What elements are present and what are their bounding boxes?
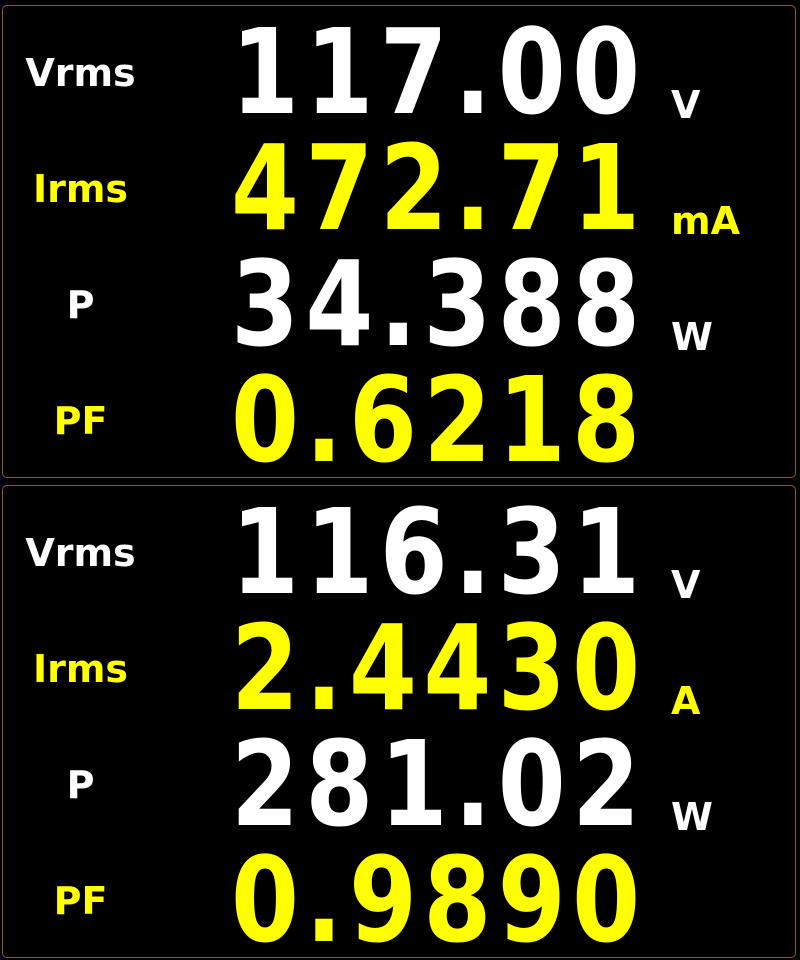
pf-row: PF 0.6218 [3, 359, 797, 479]
power-unit: W [671, 315, 713, 359]
irms-unit: mA [671, 199, 741, 243]
vrms-value: 117.00 [231, 3, 647, 141]
irms-value: 2.4430 [231, 599, 647, 737]
power-row: P 281.02 W [3, 723, 797, 843]
power-label: P [66, 763, 95, 807]
power-label: P [66, 283, 95, 327]
measurement-panel-1: Vrms 117.00 V Irms 472.71 mA P 34.388 W … [2, 5, 797, 479]
vrms-row: Vrms 117.00 V [3, 11, 797, 131]
power-value: 281.02 [231, 715, 647, 853]
power-meter-display: Vrms 117.00 V Irms 472.71 mA P 34.388 W … [0, 0, 800, 960]
vrms-unit: V [671, 563, 701, 607]
vrms-label: Vrms [25, 531, 136, 575]
measurement-panel-2: Vrms 116.31 V Irms 2.4430 A P 281.02 W P… [2, 485, 797, 959]
irms-label: Irms [32, 647, 129, 691]
power-value: 34.388 [231, 235, 647, 373]
irms-row: Irms 472.71 mA [3, 127, 797, 247]
irms-value: 472.71 [231, 119, 647, 257]
pf-value: 0.9890 [231, 831, 647, 960]
vrms-row: Vrms 116.31 V [3, 491, 797, 611]
vrms-label: Vrms [25, 51, 136, 95]
pf-label: PF [53, 399, 108, 443]
pf-value: 0.6218 [231, 351, 647, 489]
irms-row: Irms 2.4430 A [3, 607, 797, 727]
vrms-unit: V [671, 83, 701, 127]
pf-row: PF 0.9890 [3, 839, 797, 959]
irms-unit: A [671, 679, 701, 723]
pf-label: PF [53, 879, 108, 923]
power-unit: W [671, 795, 713, 839]
vrms-value: 116.31 [231, 483, 647, 621]
power-row: P 34.388 W [3, 243, 797, 363]
irms-label: Irms [32, 167, 129, 211]
